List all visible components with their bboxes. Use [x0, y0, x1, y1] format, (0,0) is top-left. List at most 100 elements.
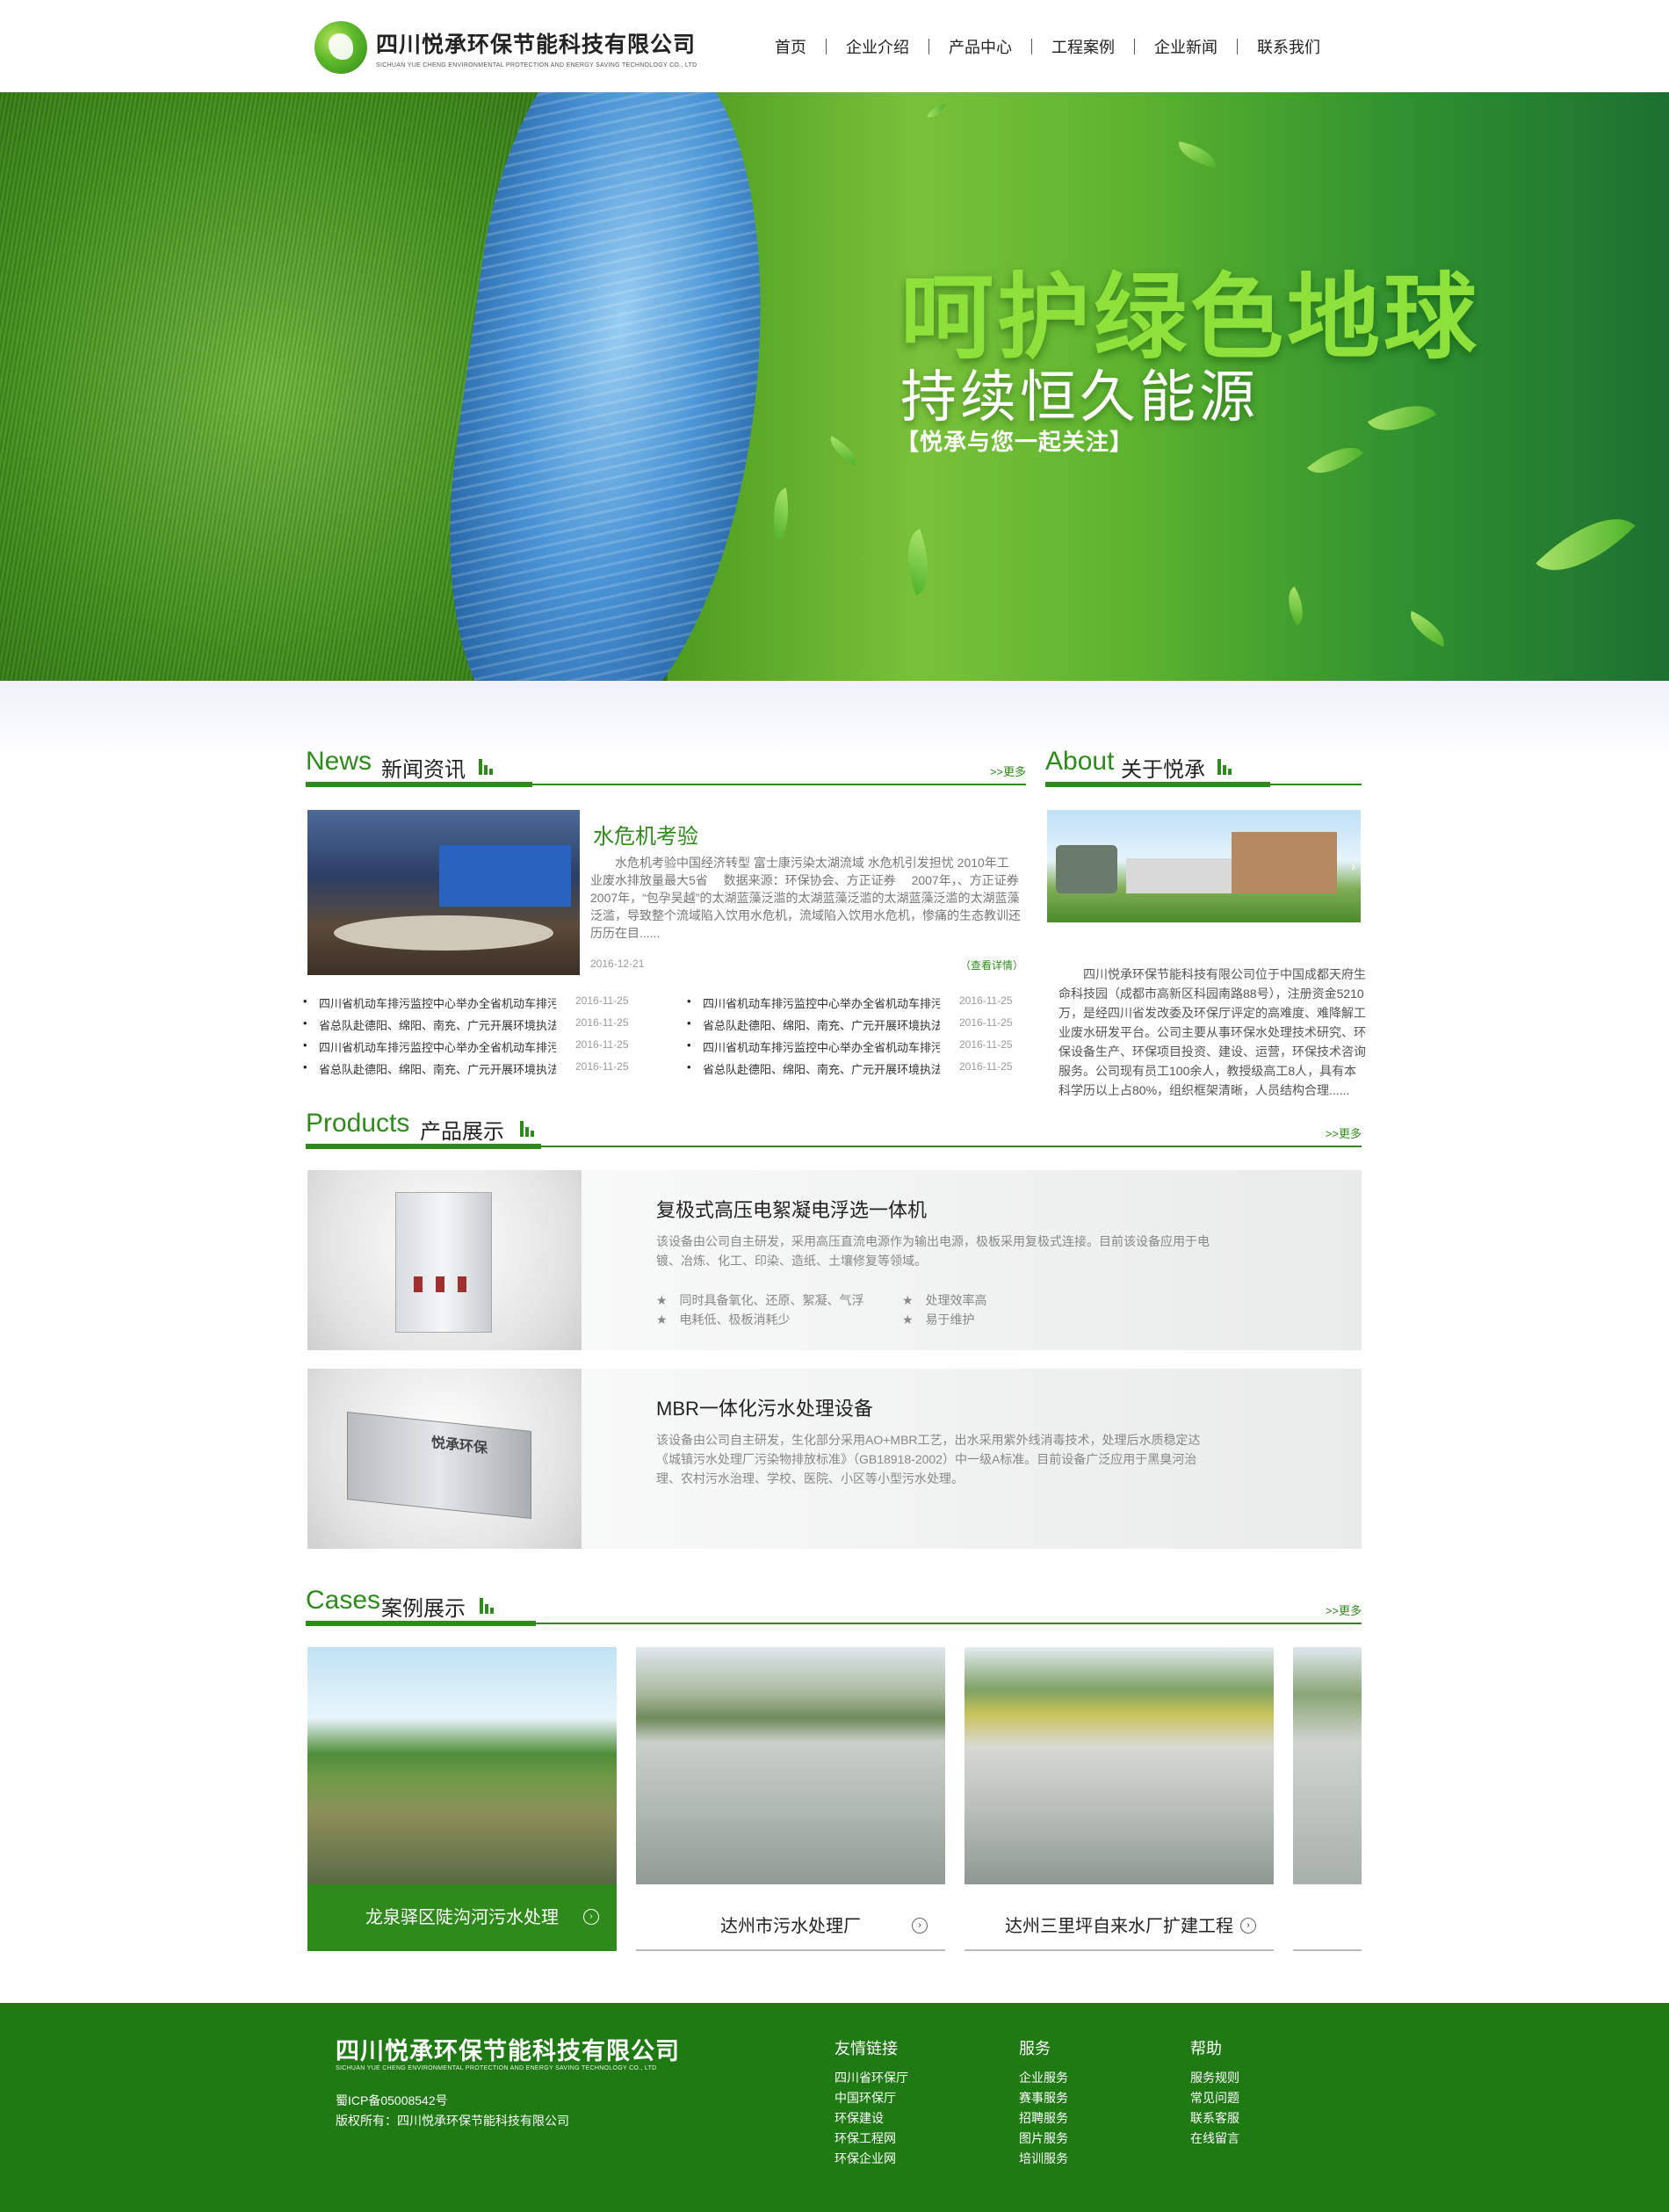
plant-building: [1232, 832, 1337, 893]
case-card[interactable]: 达州三里坪自来水厂扩建工程 ›: [965, 1647, 1274, 1955]
product-feature: ★ 处理效率高: [902, 1293, 987, 1307]
mbr-machine: 悦承环保: [347, 1411, 531, 1520]
list-item[interactable]: • 四川省机动车排污监控中心举办全省机动车排污监控 2016-11-25: [303, 1038, 654, 1060]
news-featured-summary: 水危机考验中国经济转型 富士康污染太湖流域 水危机引发担忧 2010年工业废水排…: [590, 856, 1021, 940]
news-item-title: 四川省机动车排污监控中心举办全省机动车排污监控: [319, 1041, 556, 1054]
news-item-title: 省总队赴德阳、绵阳、南充、广元开展环境执法检查: [703, 1063, 940, 1076]
news-heading-cn: 新闻资讯: [381, 758, 466, 782]
footer-link[interactable]: 四川省环保厅: [834, 2068, 908, 2088]
product-feature: ★ 同时具备氧化、还原、絮凝、气浮: [656, 1293, 864, 1307]
footer-link[interactable]: 环保建设: [834, 2108, 908, 2129]
news-list-left: • 四川省机动车排污监控中心举办全省机动车排污监控 2016-11-25 • 省总队赴…: [303, 994, 654, 1082]
about-company-image[interactable]: ›: [1047, 810, 1361, 922]
products-heading-en: Products: [306, 1109, 410, 1138]
news-item-title: 四川省机动车排污监控中心举办全省机动车排污监控: [703, 1041, 940, 1054]
products-section-header: Products 产品展示 >>更多: [306, 1109, 1362, 1149]
logo-company-name: 四川悦承环保节能科技有限公司: [376, 32, 697, 57]
footer-link[interactable]: 常见问题: [1190, 2088, 1239, 2108]
site-header: 四川悦承环保节能科技有限公司 SICHUAN YUE CHENG ENVIRON…: [0, 0, 1669, 92]
footer-link[interactable]: 招聘服务: [1019, 2108, 1068, 2129]
footer-link[interactable]: 在线留言: [1190, 2129, 1239, 2149]
news-view-detail-link[interactable]: （查看详情）: [960, 958, 1023, 972]
news-more-link[interactable]: >>更多: [990, 763, 1026, 779]
case-image: [965, 1647, 1274, 1884]
logo-emblem-icon: [314, 21, 367, 74]
footer-link[interactable]: 环保企业网: [834, 2149, 908, 2169]
footer-link[interactable]: 赛事服务: [1019, 2088, 1068, 2108]
product-card[interactable]: 复极式高压电絮凝电浮选一体机 该设备由公司自主研发，采用高压直流电源作为输出电源…: [307, 1170, 1362, 1350]
list-item[interactable]: • 四川省机动车排污监控中心举办全省机动车排污监控 2016-11-25: [687, 1038, 1038, 1060]
list-item[interactable]: • 省总队赴德阳、绵阳、南充、广元开展环境执法检查 2016-11-25: [303, 1060, 654, 1082]
list-item[interactable]: • 四川省机动车排污监控中心举办全省机动车排污监控 2016-11-25: [303, 994, 654, 1016]
footer-link[interactable]: 服务规则: [1190, 2068, 1239, 2088]
leaf-icon: [767, 488, 795, 542]
product-name: 复极式高压电絮凝电浮选一体机: [656, 1199, 928, 1221]
case-image: [636, 1647, 945, 1884]
case-card-partial[interactable]: [1293, 1647, 1362, 1955]
footer-link[interactable]: 中国环保厅: [834, 2088, 908, 2108]
product-description: 该设备由公司自主研发，采用高压直流电源作为输出电源，极板采用复极式连接。目前该设…: [656, 1234, 1210, 1268]
cases-heading-cn: 案例展示: [381, 1597, 466, 1621]
news-item-date: 2016-11-25: [959, 1016, 1013, 1029]
nav-contact[interactable]: 联系我们: [1238, 35, 1340, 58]
chevron-right-icon[interactable]: ›: [1351, 859, 1355, 873]
about-company-text: 四川悦承环保节能科技有限公司位于中国成都天府生命科技园（成都市高新区科园南路88…: [1058, 967, 1366, 1097]
nav-cases[interactable]: 工程案例: [1032, 35, 1134, 58]
arrow-right-icon[interactable]: ›: [1240, 1918, 1256, 1934]
electroflocculation-machine: [395, 1192, 492, 1333]
product-features: ★ 同时具备氧化、还原、絮凝、气浮 ★ 处理效率高 ★ 电耗低、极板消耗少 ★ …: [656, 1290, 1060, 1329]
leaf-icon: [894, 528, 942, 596]
list-item[interactable]: • 省总队赴德阳、绵阳、南充、广元开展环境执法检查 2016-11-25: [303, 1016, 654, 1038]
nav-about[interactable]: 企业介绍: [827, 35, 928, 58]
company-logo[interactable]: 四川悦承环保节能科技有限公司 SICHUAN YUE CHENG ENVIRON…: [314, 21, 697, 74]
leaf-icon: [1279, 586, 1312, 626]
footer-help-column: 帮助 服务规则 常见问题 联系客服 在线留言: [1190, 2036, 1239, 2149]
case-image: [307, 1647, 617, 1884]
arrow-right-icon[interactable]: ›: [583, 1909, 599, 1925]
list-item[interactable]: • 四川省机动车排污监控中心举办全省机动车排污监控 2016-11-25: [687, 994, 1038, 1016]
news-featured-title[interactable]: 水危机考验: [593, 819, 698, 849]
cases-section-header: Cases 案例展示 >>更多: [306, 1586, 1362, 1626]
site-footer: 四川悦承环保节能科技有限公司 SICHUAN YUE CHENG ENVIRON…: [0, 2003, 1669, 2212]
news-section-header: News 新闻资讯 >>更多: [306, 747, 1026, 787]
leaf-icon: [1367, 390, 1437, 446]
section-bars-icon: [480, 1598, 497, 1614]
news-featured-image[interactable]: [307, 810, 580, 975]
footer-link[interactable]: 图片服务: [1019, 2129, 1068, 2149]
footer-link[interactable]: 企业服务: [1019, 2068, 1068, 2088]
footer-column-title: 服务: [1019, 2040, 1051, 2057]
case-card[interactable]: 龙泉驿区陡沟河污水处理 ›: [307, 1647, 617, 1955]
arrow-right-icon[interactable]: ›: [912, 1918, 928, 1934]
news-item-date: 2016-11-25: [575, 1060, 629, 1073]
section-bars-icon: [479, 759, 496, 775]
leaf-icon: [824, 436, 863, 466]
footer-link[interactable]: 联系客服: [1190, 2108, 1239, 2129]
product-card[interactable]: 悦承环保 MBR一体化污水处理设备 该设备由公司自主研发，生化部分采用AO+MB…: [307, 1369, 1362, 1549]
products-heading-cn: 产品展示: [420, 1120, 504, 1144]
news-item-title: 省总队赴德阳、绵阳、南充、广元开展环境执法检查: [319, 1019, 556, 1032]
leaf-icon: [927, 99, 946, 122]
cases-heading-en: Cases: [306, 1586, 381, 1615]
news-item-date: 2016-11-25: [959, 1038, 1013, 1051]
list-item[interactable]: • 省总队赴德阳、绵阳、南充、广元开展环境执法检查 2016-11-25: [687, 1016, 1038, 1038]
leaf-icon: [1535, 495, 1636, 595]
footer-link[interactable]: 环保工程网: [834, 2129, 908, 2149]
case-title: 达州市污水处理厂: [720, 1917, 861, 1936]
case-card[interactable]: 达州市污水处理厂 ›: [636, 1647, 945, 1955]
news-item-date: 2016-11-25: [575, 1016, 629, 1029]
list-item[interactable]: • 省总队赴德阳、绵阳、南充、广元开展环境执法检查 2016-11-25: [687, 1060, 1038, 1082]
nav-news[interactable]: 企业新闻: [1135, 35, 1237, 58]
footer-column-title: 帮助: [1190, 2040, 1222, 2057]
products-more-link[interactable]: >>更多: [1326, 1124, 1362, 1141]
leaf-icon: [1175, 141, 1219, 168]
cases-more-link[interactable]: >>更多: [1326, 1601, 1362, 1618]
banner-subtitle: 持续恒久能源: [900, 365, 1259, 429]
product-feature: ★ 易于维护: [902, 1312, 975, 1326]
nav-products[interactable]: 产品中心: [929, 35, 1031, 58]
footer-link[interactable]: 培训服务: [1019, 2149, 1068, 2169]
footer-column-title: 友情链接: [834, 2040, 898, 2057]
nav-home[interactable]: 首页: [755, 35, 826, 58]
main-nav: 首页 企业介绍 产品中心 工程案例 企业新闻 联系我们: [755, 35, 1340, 58]
news-item-date: 2016-11-25: [959, 994, 1013, 1007]
case-caption: 龙泉驿区陡沟河污水处理 ›: [307, 1884, 617, 1951]
